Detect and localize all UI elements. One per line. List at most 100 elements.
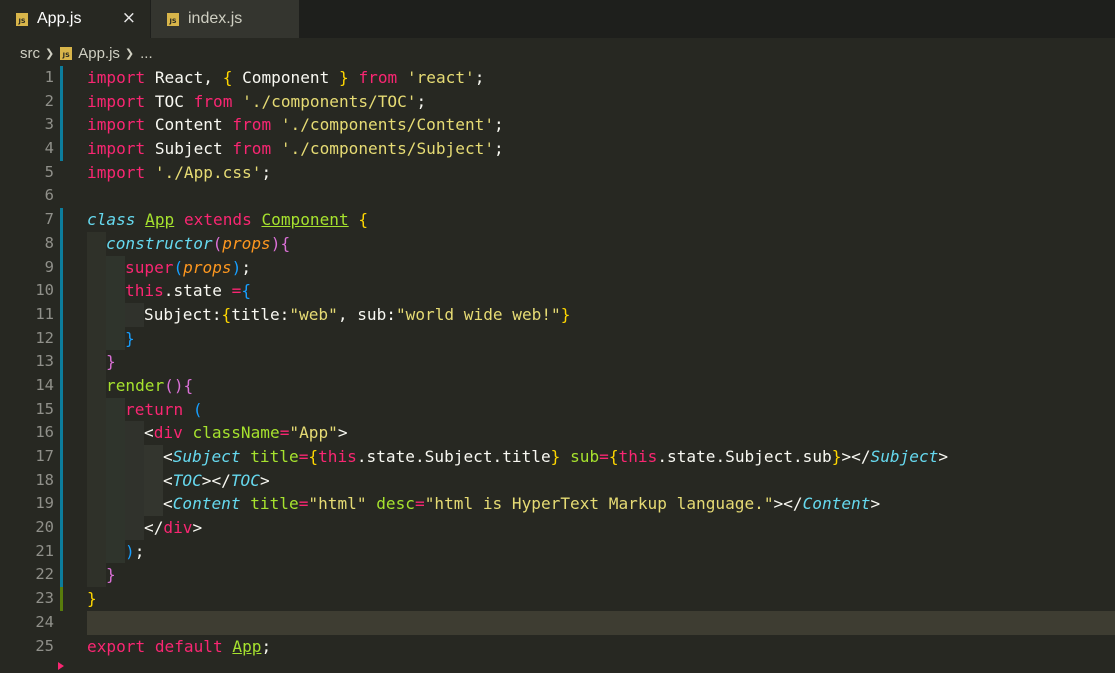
code-line[interactable]: 15 return ( xyxy=(0,397,1115,422)
line-number: 21 xyxy=(35,541,54,560)
identifier: .state.Subject.sub xyxy=(657,447,832,466)
tab-app-js[interactable]: JS App.js × xyxy=(0,0,150,38)
brace: { xyxy=(608,447,619,466)
string: "html is HyperText Markup language." xyxy=(424,494,774,514)
jsx-attribute: title xyxy=(250,494,299,514)
code-line-current[interactable]: 24 xyxy=(0,610,1115,635)
code-line[interactable]: 16 <div className="App"> xyxy=(0,421,1115,445)
punctuation: , xyxy=(337,304,348,324)
code-line[interactable]: 1 import React, { Component } from 'reac… xyxy=(0,66,1115,90)
code-line[interactable]: 13 } xyxy=(0,350,1115,374)
code-text: <TOC></TOC> xyxy=(163,469,270,493)
breadcrumb-file[interactable]: App.js xyxy=(78,45,120,62)
code-line[interactable]: 3 import Content from './components/Cont… xyxy=(0,113,1115,138)
indent-guide xyxy=(106,326,125,351)
code-text: constructor(props){ xyxy=(106,232,290,256)
code-line[interactable]: 17 <Subject title={this.state.Subject.ti… xyxy=(0,445,1115,469)
keyword: this xyxy=(618,447,658,466)
code-line[interactable]: 6 xyxy=(0,184,1115,208)
breadcrumb-more[interactable]: ... xyxy=(140,45,153,62)
keyword: extends xyxy=(183,210,252,230)
line-number: 4 xyxy=(44,139,54,158)
line-number: 13 xyxy=(35,352,54,371)
keyword: export xyxy=(87,636,146,656)
code-line[interactable]: 11 Subject:{title:"web", sub:"world wide… xyxy=(0,302,1115,327)
paren: ) xyxy=(231,257,242,277)
indent-guide xyxy=(87,468,106,493)
indent-guide xyxy=(87,539,106,564)
punctuation: , xyxy=(203,68,213,87)
keyword: import xyxy=(87,162,146,182)
tab-index-js[interactable]: JS index.js xyxy=(151,0,299,38)
class-name: App xyxy=(145,210,175,230)
code-text: super(props); xyxy=(125,256,251,280)
line-number: 15 xyxy=(35,399,54,418)
punctuation: ; xyxy=(416,91,427,111)
identifier: .state xyxy=(163,281,222,301)
punctuation: > xyxy=(259,470,270,490)
code-line[interactable]: 7 class App extends Component { xyxy=(0,208,1115,232)
operator: = xyxy=(231,281,242,301)
line-number: 5 xyxy=(44,162,54,181)
line-number: 14 xyxy=(35,375,54,394)
code-line[interactable]: 10 this.state ={ xyxy=(0,279,1115,303)
code-line[interactable]: 14 render(){ xyxy=(0,373,1115,398)
line-number: 19 xyxy=(35,494,54,513)
modified-gutter-mark xyxy=(60,492,63,517)
line-number: 8 xyxy=(44,233,54,252)
code-line[interactable]: 20 </div> xyxy=(0,516,1115,540)
breadcrumb-folder[interactable]: src xyxy=(20,45,40,62)
modified-gutter-mark xyxy=(60,137,63,161)
deleted-lines-marker-icon[interactable] xyxy=(58,662,66,670)
indent-guide xyxy=(106,397,125,422)
method-name: constructor xyxy=(106,233,213,253)
js-file-icon: JS xyxy=(167,12,179,26)
code-line[interactable]: 4 import Subject from './components/Subj… xyxy=(0,137,1115,161)
code-line[interactable]: 5 import './App.css'; xyxy=(0,161,1115,185)
code-line[interactable]: 22 } xyxy=(0,563,1115,588)
paren: ) xyxy=(270,233,281,253)
paren: ) xyxy=(173,375,184,395)
keyword: this xyxy=(125,281,164,301)
string: 'react' xyxy=(406,68,475,87)
code-line[interactable]: 2 import TOC from './components/TOC'; xyxy=(0,89,1115,114)
code-line[interactable]: 23 } xyxy=(0,587,1115,611)
code-line[interactable]: 25 export default App; xyxy=(0,635,1115,659)
punctuation: > xyxy=(337,423,348,443)
line-number: 3 xyxy=(44,115,54,134)
js-file-icon: JS xyxy=(16,12,28,26)
code-text: import React, { Component } from 'react'… xyxy=(87,66,484,90)
operator: = xyxy=(279,423,290,443)
identifier: Subject xyxy=(154,139,223,159)
code-line[interactable]: 12 } xyxy=(0,326,1115,351)
jsx-component: Content xyxy=(802,494,871,514)
jsx-attribute: sub xyxy=(570,447,600,466)
keyword: this xyxy=(318,447,357,466)
line-number: 16 xyxy=(35,423,54,442)
code-line[interactable]: 8 constructor(props){ xyxy=(0,231,1115,256)
breadcrumb: src ❯ JS App.js ❯ ... xyxy=(0,42,153,64)
punctuation: ></ xyxy=(773,494,803,514)
string: './components/Content' xyxy=(280,115,495,135)
line-number: 10 xyxy=(35,281,54,300)
code-editor[interactable]: 1 import React, { Component } from 'reac… xyxy=(0,66,1115,658)
code-line[interactable]: 21 ); xyxy=(0,539,1115,564)
modified-gutter-mark xyxy=(60,468,63,493)
indent-guide xyxy=(144,445,163,469)
identifier: .state.Subject.title xyxy=(356,447,551,466)
code-line[interactable]: 19 <Content title="html" desc="html is H… xyxy=(0,492,1115,517)
code-text: <div className="App"> xyxy=(144,421,348,445)
modified-gutter-mark xyxy=(60,231,63,256)
modified-gutter-mark xyxy=(60,373,63,398)
modified-gutter-mark xyxy=(60,563,63,588)
modified-gutter-mark xyxy=(60,208,63,232)
code-line[interactable]: 18 <TOC></TOC> xyxy=(0,468,1115,493)
code-line[interactable]: 9 super(props); xyxy=(0,255,1115,280)
line-number: 20 xyxy=(35,518,54,537)
string: "world wide web!" xyxy=(395,304,561,324)
indent-guide xyxy=(87,421,106,445)
close-icon[interactable]: × xyxy=(122,8,136,28)
punctuation: ; xyxy=(494,115,504,135)
punctuation: ></ xyxy=(201,470,231,490)
operator: = xyxy=(599,447,609,466)
